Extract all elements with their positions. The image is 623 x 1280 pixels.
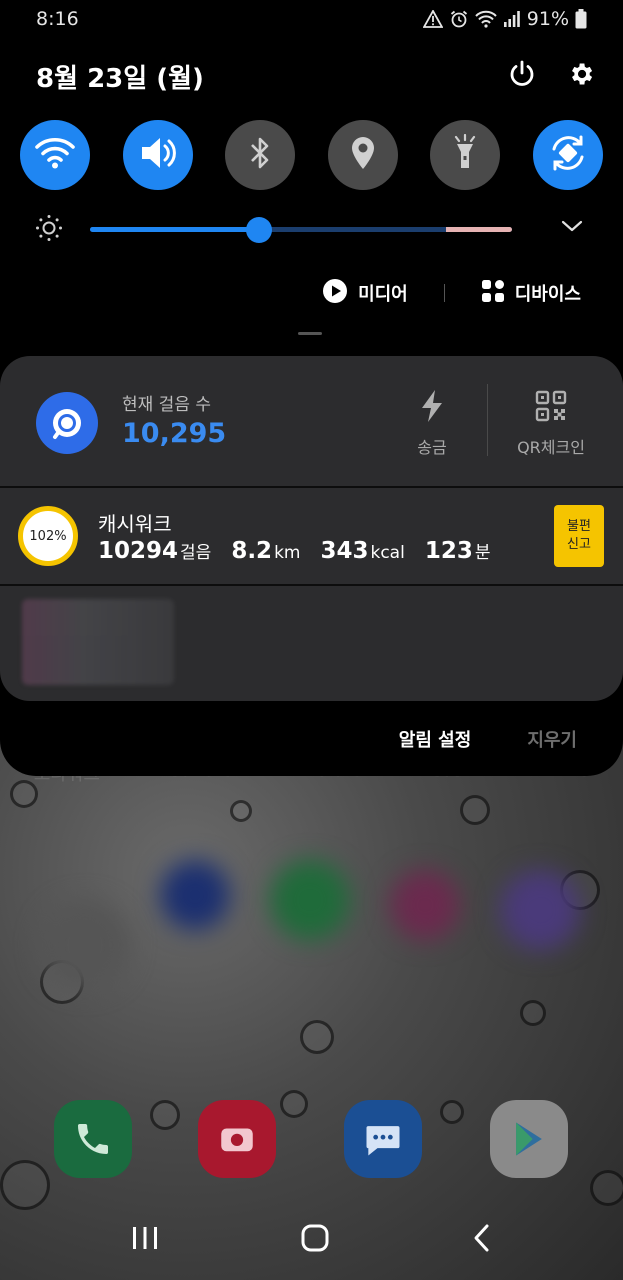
media-label: 미디어 [358,284,408,305]
pedometer-app-icon [36,392,98,454]
rotate-icon [548,133,588,177]
quick-settings-row [20,120,603,190]
notification-panel: 8:16 91% 8월 23일 (월) 미디어 디바이스 현재 걸음 수 10,… [0,0,623,776]
date-label: 8월 23일 (월) [36,63,204,94]
minutes-unit: 분 [474,543,491,563]
brightness-icon [34,213,64,247]
alarm-icon [449,9,469,29]
cashwalk-calories: 343 kcal [320,538,404,564]
lightning-icon [402,386,462,426]
power-icon[interactable] [507,59,537,93]
home-icon[interactable] [300,1223,330,1257]
auto-rotate-toggle[interactable] [532,120,603,190]
status-time: 8:16 [36,8,79,30]
location-toggle[interactable] [327,120,398,190]
brightness-slider-thumb[interactable] [246,217,272,243]
chevron-down-icon[interactable] [561,218,583,237]
calories-value: 343 [320,538,369,564]
cashwalk-progress-ring: 102% [18,506,78,566]
clear-button[interactable]: 지우기 [527,726,577,752]
signal-icon [503,10,521,28]
notification-card: 현재 걸음 수 10,295 송금 QR체크인 102% 캐시워크 10294 … [0,356,623,701]
speaker-icon [138,135,178,175]
qr-checkin-label: QR체크인 [517,438,585,457]
pedometer-notification[interactable]: 현재 걸음 수 10,295 송금 QR체크인 [0,356,623,486]
cashwalk-steps: 10294 걸음 [98,538,211,564]
sound-toggle[interactable] [122,120,193,190]
pedometer-count: 10,295 [122,418,227,449]
status-icons: 91% [422,8,587,30]
card-separator [0,584,623,586]
qr-checkin-button[interactable]: QR체크인 [505,386,597,458]
location-pin-icon [349,135,377,175]
flashlight-toggle[interactable] [430,120,501,190]
notification-settings-button[interactable]: 알림 설정 [399,726,472,752]
report-label-line1: 불편 [567,519,591,534]
media-button[interactable]: 미디어 [322,278,408,309]
cashwalk-percent: 102% [29,528,67,544]
cashwalk-notification[interactable]: 102% 캐시워크 10294 걸음 8.2 km 343 kcal 123 분… [0,488,623,584]
media-devices-row: 미디어 디바이스 [0,276,623,310]
back-icon[interactable] [472,1223,492,1257]
pedometer-divider [487,384,488,456]
devices-button[interactable]: 디바이스 [481,279,581,308]
transfer-button[interactable]: 송금 [402,386,462,458]
messages-app-icon [344,1100,422,1178]
devices-label: 디바이스 [514,284,581,305]
wifi-toggle[interactable] [20,120,90,190]
brightness-row [34,210,583,250]
brightness-slider-fill [90,227,259,232]
bluetooth-toggle[interactable] [225,120,296,190]
brightness-slider-warning-zone [446,227,512,232]
cashwalk-distance: 8.2 km [231,538,300,564]
wifi-icon [475,10,497,28]
phone-app-icon [54,1100,132,1178]
devices-grid-icon [481,279,505,308]
play-store-app-icon [490,1100,568,1178]
camera-app-icon [198,1100,276,1178]
distance-unit: km [274,543,301,563]
warning-triangle-icon [422,10,443,28]
distance-value: 8.2 [231,538,273,564]
brightness-slider[interactable] [90,217,512,243]
steps-unit: 걸음 [180,543,212,563]
date-row: 8월 23일 (월) [36,54,595,98]
bluetooth-icon [247,135,273,175]
recent-apps-icon[interactable] [131,1225,159,1255]
blurred-notification[interactable] [22,599,174,685]
steps-value: 10294 [98,538,179,564]
flashlight-icon [451,133,479,176]
battery-icon [575,9,587,29]
gear-icon[interactable] [567,60,595,92]
status-bar: 8:16 91% [0,0,623,38]
cashwalk-title: 캐시워크 [98,512,172,536]
panel-drag-handle[interactable] [298,332,322,335]
cashwalk-minutes: 123 분 [425,538,491,564]
play-circle-icon [322,278,348,309]
media-divider [443,284,445,302]
report-button[interactable]: 불편 신고 [554,505,604,567]
cashwalk-stats: 10294 걸음 8.2 km 343 kcal 123 분 [98,538,490,564]
pedometer-label: 현재 걸음 수 [122,395,212,415]
home-screen-background: 보라워크 Culture Picture Cash Drive [0,700,623,1280]
report-label-line2: 신고 [567,537,591,552]
qr-code-icon [505,386,597,426]
battery-percent: 91% [526,8,569,30]
panel-footer: 알림 설정 지우기 [399,726,577,752]
transfer-label: 송금 [417,438,447,457]
calories-unit: kcal [370,543,405,563]
minutes-value: 123 [424,538,473,564]
navigation-bar [0,1200,623,1280]
wifi-icon [35,136,75,174]
